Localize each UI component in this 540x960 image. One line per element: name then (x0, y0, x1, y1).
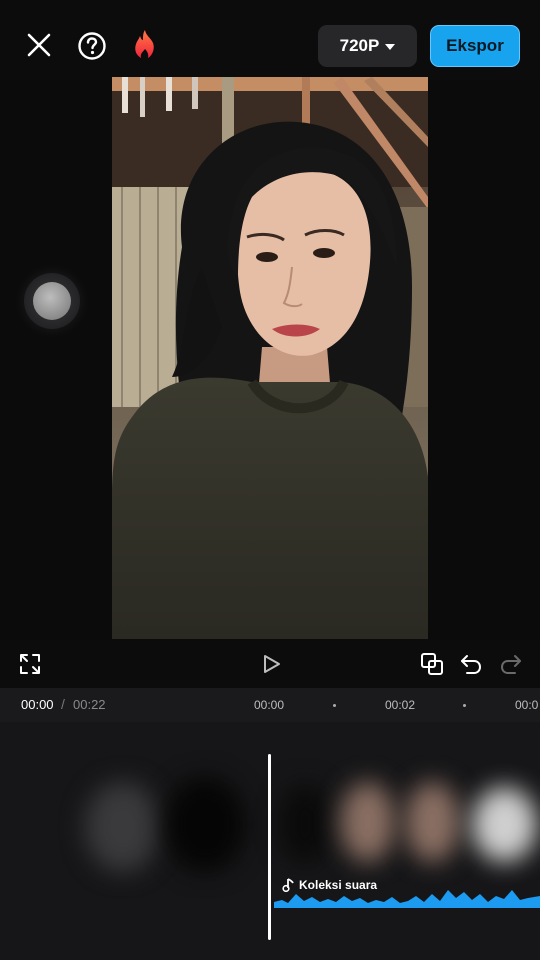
copy-icon (421, 653, 443, 675)
thumbnail (340, 782, 395, 862)
audio-track[interactable]: Koleksi suara (274, 872, 540, 908)
resolution-dropdown[interactable]: 720P (318, 25, 417, 67)
audio-label-text: Koleksi suara (299, 878, 378, 892)
thumbnail (165, 777, 245, 872)
fire-icon (135, 30, 154, 58)
playback-controls (0, 640, 540, 688)
total-duration: 00:22 (73, 697, 106, 712)
timeline-header: 00:00 / 00:22 00:00 00:02 00:0 (0, 688, 540, 722)
play-button[interactable] (258, 651, 284, 677)
close-button[interactable] (22, 28, 56, 62)
music-note-icon (282, 878, 294, 892)
undo-button[interactable] (458, 651, 484, 677)
chevron-down-icon (385, 44, 396, 50)
thumbnail (405, 782, 460, 862)
fire-button[interactable] (128, 26, 162, 64)
undo-icon (461, 655, 481, 674)
timeline-dot (333, 704, 336, 707)
video-frame-image (112, 77, 428, 639)
playhead[interactable] (268, 754, 271, 940)
timeline-tick: 00:0 (515, 698, 539, 712)
timeline-area[interactable]: Koleksi suara (0, 722, 540, 960)
record-button[interactable] (24, 273, 80, 329)
redo-button[interactable] (498, 651, 524, 677)
help-icon (78, 32, 106, 60)
redo-icon (501, 655, 521, 674)
thumbnail (280, 784, 330, 864)
help-button[interactable] (74, 28, 110, 64)
top-bar: 720P Ekspor (0, 0, 540, 80)
play-icon (264, 655, 280, 673)
close-icon (27, 33, 51, 57)
fullscreen-button[interactable] (18, 652, 42, 676)
thumbnail (472, 787, 537, 862)
record-knob (33, 282, 71, 320)
audio-track-label: Koleksi suara (282, 878, 377, 892)
export-label: Ekspor (446, 36, 504, 55)
video-preview[interactable] (112, 77, 428, 639)
timeline-dot (463, 704, 466, 707)
resolution-label: 720P (339, 36, 380, 55)
fullscreen-icon (20, 654, 40, 674)
timeline-tick: 00:00 (254, 698, 285, 712)
thumbnail (85, 782, 160, 872)
time-separator: / (61, 696, 65, 712)
copy-button[interactable] (419, 651, 445, 677)
timeline-tick: 00:02 (385, 698, 416, 712)
export-button[interactable]: Ekspor (430, 25, 520, 67)
current-time: 00:00 (21, 697, 54, 712)
